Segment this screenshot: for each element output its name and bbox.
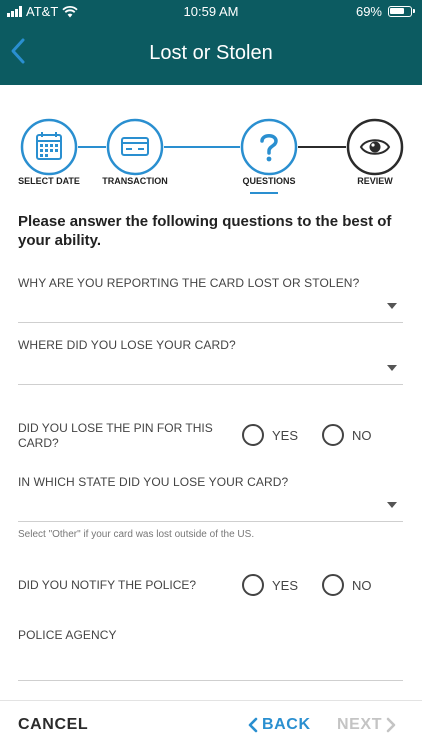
where-lost-label: WHERE DID YOU LOSE YOUR CARD? xyxy=(18,338,236,352)
active-step-indicator xyxy=(250,192,278,194)
cancel-button[interactable]: CANCEL xyxy=(18,716,88,734)
pin-lost-label: DID YOU LOSE THE PIN FOR THIS CARD? xyxy=(18,421,213,450)
radio-label-no: NO xyxy=(352,427,372,443)
radio-button[interactable] xyxy=(242,424,264,446)
step-questions[interactable] xyxy=(240,118,298,176)
radio-button[interactable] xyxy=(322,424,344,446)
chevron-right-icon xyxy=(386,717,396,733)
step-label-select-date: SELECT DATE xyxy=(18,176,80,186)
cancel-label: CANCEL xyxy=(18,716,89,733)
step-select-date[interactable] xyxy=(20,118,78,176)
question-icon xyxy=(240,118,298,176)
why-reporting-label: WHY ARE YOU REPORTING THE CARD LOST OR S… xyxy=(18,276,360,290)
status-bar: AT&T 10:59 AM 69% xyxy=(0,0,422,24)
back-label: BACK xyxy=(262,716,311,733)
app-header: AT&T 10:59 AM 69% Lost or Stolen xyxy=(0,0,422,85)
battery-icon xyxy=(388,6,415,17)
radio-label-yes: YES xyxy=(272,427,299,443)
dropdown-caret-icon xyxy=(387,365,397,371)
police-agency-input[interactable] xyxy=(18,645,403,681)
status-right: 69% xyxy=(355,4,415,19)
page-title: Lost or Stolen xyxy=(149,42,273,64)
where-lost-dropdown[interactable] xyxy=(18,353,403,385)
progress-stepper: SELECT DATE TRANSACTION QUESTIONS REVIEW xyxy=(0,118,422,194)
dropdown-caret-icon xyxy=(387,502,397,508)
step-connector xyxy=(164,146,240,148)
step-label-questions: QUESTIONS xyxy=(242,176,296,186)
back-button[interactable]: BACK xyxy=(247,716,311,734)
state-lost-label: IN WHICH STATE DID YOU LOSE YOUR CARD? xyxy=(18,475,289,489)
credit-card-icon xyxy=(106,118,164,176)
pin-lost-yes-option[interactable]: YES xyxy=(242,424,298,446)
police-yes-option[interactable]: YES xyxy=(242,574,298,596)
radio-button[interactable] xyxy=(242,574,264,596)
radio-label-no: NO xyxy=(352,577,372,593)
calendar-icon xyxy=(20,118,78,176)
next-label: NEXT xyxy=(337,716,383,733)
radio-label-yes: YES xyxy=(272,577,299,593)
battery-percent: 69% xyxy=(355,4,382,19)
state-helper-text: Select "Other" if your card was lost out… xyxy=(18,529,255,540)
next-button[interactable]: NEXT xyxy=(337,716,397,734)
police-notified-label: DID YOU NOTIFY THE POLICE? xyxy=(18,578,197,592)
step-connector xyxy=(298,146,346,148)
step-review[interactable] xyxy=(346,118,404,176)
instructions-heading: Please answer the following questions to… xyxy=(18,213,392,249)
dropdown-caret-icon xyxy=(387,303,397,309)
state-lost-dropdown[interactable] xyxy=(18,490,403,522)
police-agency-label: POLICE AGENCY xyxy=(18,628,117,642)
police-no-option[interactable]: NO xyxy=(322,574,372,596)
step-transaction[interactable] xyxy=(106,118,164,176)
why-reporting-dropdown[interactable] xyxy=(18,291,403,323)
footer-bar: CANCEL BACK NEXT xyxy=(0,700,422,750)
step-label-review: REVIEW xyxy=(357,176,393,186)
pin-lost-no-option[interactable]: NO xyxy=(322,424,372,446)
chevron-left-icon xyxy=(248,717,258,733)
step-label-transaction: TRANSACTION xyxy=(102,176,168,186)
radio-button[interactable] xyxy=(322,574,344,596)
step-connector xyxy=(78,146,106,148)
eye-icon xyxy=(346,118,404,176)
